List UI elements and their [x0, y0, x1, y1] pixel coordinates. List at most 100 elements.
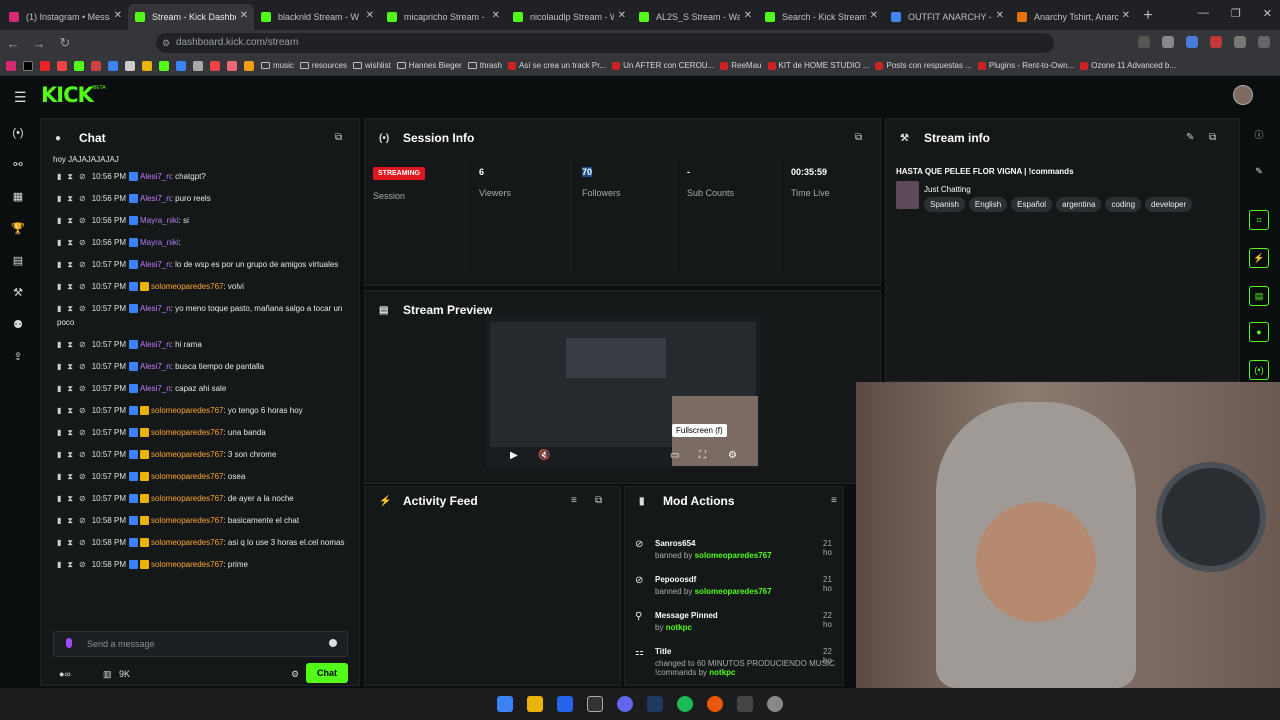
chat-icon[interactable]: ●: [1249, 322, 1269, 342]
forward-icon[interactable]: →: [26, 36, 52, 51]
chat-message[interactable]: ▮ ⧗ ⊘ 10:56 PM Mayra_niki:: [53, 236, 353, 250]
chat-username[interactable]: Alesi7_n: [140, 172, 171, 181]
timeout-icon[interactable]: ⧗: [67, 216, 73, 225]
chat-username[interactable]: solomeoparedes767: [151, 428, 224, 437]
timeout-icon[interactable]: ⧗: [67, 428, 73, 437]
stream-tag[interactable]: Spanish: [924, 197, 965, 212]
delete-icon[interactable]: ▮: [57, 172, 61, 181]
chat-message[interactable]: ▮ ⧗ ⊘ 10:57 PM solomeoparedes767: 3 son chro…: [53, 448, 353, 462]
file-explorer-icon[interactable]: [527, 696, 543, 712]
bookmark-folder[interactable]: music: [261, 61, 294, 70]
url-field[interactable]: ⚙ dashboard.kick.com/stream: [156, 33, 1054, 53]
ban-icon[interactable]: ⊘: [79, 384, 86, 393]
upload-icon[interactable]: ⇪: [11, 350, 25, 364]
browser-tab[interactable]: AL2S_S Stream - Watch L ✕: [632, 4, 758, 30]
delete-icon[interactable]: ▮: [57, 238, 61, 247]
settings-icon[interactable]: ⚙: [291, 669, 299, 680]
video-icon[interactable]: ▤: [11, 254, 25, 268]
wrench-icon[interactable]: ⚒: [11, 286, 25, 300]
theater-mode-icon[interactable]: ▭: [670, 450, 679, 461]
youtube-icon[interactable]: [40, 60, 50, 71]
browser-tab[interactable]: (1) Instagram • Messages ✕: [2, 4, 128, 30]
stream-tag[interactable]: English: [968, 197, 1008, 212]
bookmark-link[interactable]: KIT de HOME STUDIO ...: [767, 61, 869, 70]
maximize-icon[interactable]: ❐: [1231, 7, 1241, 20]
chat-message[interactable]: ▮ ⧗ ⊘ 10:57 PM solomeoparedes767: de ayer a …: [53, 492, 353, 506]
kick-icon[interactable]: [74, 60, 84, 71]
delete-icon[interactable]: ▮: [57, 304, 61, 313]
chat-message[interactable]: ▮ ⧗ ⊘ 10:58 PM solomeoparedes767: basicament…: [53, 514, 353, 528]
delete-icon[interactable]: ▮: [57, 450, 61, 459]
lightning-icon[interactable]: ⚡: [1249, 248, 1269, 268]
delete-icon[interactable]: ▮: [57, 472, 61, 481]
bookmark-icon[interactable]: [57, 60, 67, 71]
stream-icon[interactable]: (•): [11, 126, 25, 140]
browser-tab[interactable]: Search - Kick Streaming ✕: [758, 4, 884, 30]
ban-icon[interactable]: ⊘: [79, 194, 86, 203]
stream-tag[interactable]: Español: [1011, 197, 1053, 212]
bookmark-icon[interactable]: [176, 60, 186, 71]
filter-icon[interactable]: ≡: [831, 495, 837, 506]
settings-icon[interactable]: ⚙: [728, 450, 737, 461]
x-icon[interactable]: [23, 60, 33, 71]
delete-icon[interactable]: ▮: [57, 560, 61, 569]
broadcast-icon[interactable]: (•): [1249, 360, 1269, 380]
browser-tab[interactable]: Stream - Kick Dashboard ✕: [128, 4, 254, 30]
bookmark-icon[interactable]: [142, 60, 152, 71]
delete-icon[interactable]: ▮: [57, 216, 61, 225]
chat-username[interactable]: Alesi7_n: [140, 304, 171, 313]
play-icon[interactable]: ▶: [510, 450, 518, 461]
start-icon[interactable]: [497, 696, 513, 712]
chat-message[interactable]: ▮ ⧗ ⊘ 10:57 PM solomeoparedes767: una banda: [53, 426, 353, 440]
popout-icon[interactable]: ⧉: [595, 495, 602, 506]
timeout-icon[interactable]: ⧗: [67, 194, 73, 203]
browser-tab[interactable]: OUTFIT ANARCHY - Goo ✕: [884, 4, 1010, 30]
close-tab-icon[interactable]: ✕: [240, 10, 248, 21]
mod-action-user[interactable]: solomeoparedes767: [695, 551, 772, 560]
bookmark-icon[interactable]: [227, 60, 237, 71]
ban-icon[interactable]: ⊘: [79, 216, 86, 225]
trophy-icon[interactable]: 🏆: [11, 222, 25, 236]
bookmark-link[interactable]: Un AFTER con CEROU...: [612, 61, 714, 70]
delete-icon[interactable]: ▮: [57, 340, 61, 349]
chat-message-list[interactable]: hoy JAJAJAJAJAJ ▮ ⧗ ⊘ 10:56 PM Alesi7_n: cha…: [53, 155, 353, 607]
close-window-icon[interactable]: ✕: [1263, 7, 1272, 20]
chat-username[interactable]: Alesi7_n: [140, 384, 171, 393]
chat-message[interactable]: ▮ ⧗ ⊘ 10:57 PM solomeoparedes767: yo tengo 6…: [53, 404, 353, 418]
timeout-icon[interactable]: ⧗: [67, 304, 73, 313]
extension-icon[interactable]: [1186, 36, 1198, 48]
chat-message[interactable]: ▮ ⧗ ⊘ 10:57 PM Alesi7_n: capaz ahi sale: [53, 382, 353, 396]
microphone-icon[interactable]: [66, 638, 72, 648]
spotify-icon[interactable]: [677, 696, 693, 712]
popout-icon[interactable]: ⧉: [335, 132, 342, 143]
popout-icon[interactable]: ⧉: [855, 132, 862, 143]
chat-message[interactable]: ▮ ⧗ ⊘ 10:57 PM Alesi7_n: lo de wsp es por un…: [53, 258, 353, 272]
chat-message[interactable]: ▮ ⧗ ⊘ 10:57 PM Alesi7_n: yo meno toque pasto…: [53, 302, 353, 330]
chat-message[interactable]: ▮ ⧗ ⊘ 10:58 PM solomeoparedes767: prime: [53, 558, 353, 572]
chat-message[interactable]: ▮ ⧗ ⊘ 10:57 PM Alesi7_n: hi rama: [53, 338, 353, 352]
obs-icon[interactable]: [767, 696, 783, 712]
extension-icon[interactable]: [1210, 36, 1222, 48]
ban-icon[interactable]: ⊘: [79, 560, 86, 569]
vscode-icon[interactable]: [557, 696, 573, 712]
chat-message[interactable]: ▮ ⧗ ⊘ 10:57 PM solomeoparedes767: osea: [53, 470, 353, 484]
app-icon[interactable]: [647, 696, 663, 712]
list-icon[interactable]: ▤: [1249, 286, 1269, 306]
ban-icon[interactable]: ⊘: [79, 362, 86, 371]
send-chat-button[interactable]: Chat: [306, 663, 348, 683]
avatar[interactable]: [1233, 85, 1253, 105]
chat-username[interactable]: solomeoparedes767: [151, 450, 224, 459]
extension-icon[interactable]: [1234, 36, 1246, 48]
bookmark-link[interactable]: ReeMau: [720, 61, 762, 70]
stream-tag[interactable]: argentina: [1056, 197, 1102, 212]
ban-icon[interactable]: ⊘: [79, 428, 86, 437]
chat-username[interactable]: solomeoparedes767: [151, 516, 224, 525]
delete-icon[interactable]: ▮: [57, 362, 61, 371]
timeout-icon[interactable]: ⧗: [67, 172, 73, 181]
ban-icon[interactable]: ⊘: [79, 238, 86, 247]
extension-icon[interactable]: [1138, 36, 1150, 48]
close-tab-icon[interactable]: ✕: [492, 10, 500, 21]
chat-input[interactable]: Send a message: [53, 631, 348, 657]
reload-icon[interactable]: ↻: [52, 35, 78, 51]
stream-tag[interactable]: coding: [1105, 197, 1142, 212]
